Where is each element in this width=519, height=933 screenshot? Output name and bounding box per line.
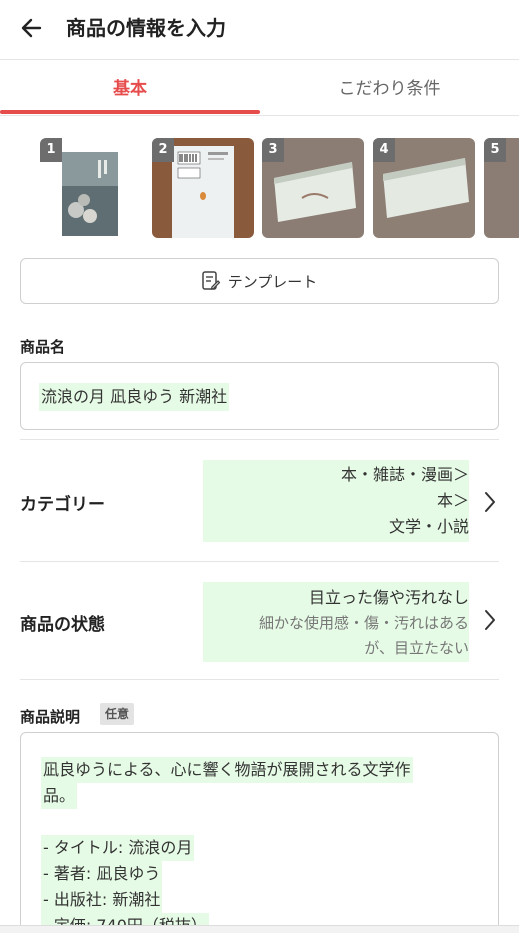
photo-number: 5 bbox=[484, 138, 506, 162]
condition-label: 商品の状態 bbox=[20, 615, 105, 635]
back-arrow-icon[interactable] bbox=[18, 14, 46, 42]
divider bbox=[20, 439, 499, 440]
condition-value[interactable]: 目立った傷や汚れなし 細かな使用感・傷・汚れはある が、目立たない bbox=[203, 582, 469, 662]
template-icon bbox=[201, 271, 220, 290]
category-label: カテゴリー bbox=[20, 495, 105, 515]
product-name-input[interactable]: 流浪の月 凪良ゆう 新潮社 bbox=[20, 362, 499, 430]
tab-bar: 基本 こだわり条件 bbox=[0, 60, 519, 116]
description-label: 商品説明 bbox=[20, 708, 81, 726]
photo-thumbnail[interactable]: 2 bbox=[152, 138, 254, 238]
condition-sub: が、目立たない bbox=[364, 639, 469, 657]
template-button[interactable]: テンプレート bbox=[20, 258, 499, 304]
tab-basic[interactable]: 基本 bbox=[0, 60, 260, 116]
active-tab-indicator bbox=[0, 110, 260, 114]
photo-strip[interactable]: 1 2 3 4 5 bbox=[0, 132, 519, 244]
category-line: 本・雑誌・漫画＞ bbox=[340, 465, 469, 484]
category-value[interactable]: 本・雑誌・漫画＞ 本＞ 文学・小説 bbox=[203, 460, 469, 542]
photo-thumbnail[interactable]: 4 bbox=[373, 138, 475, 238]
product-name-label: 商品名 bbox=[20, 338, 66, 356]
photo-number: 2 bbox=[152, 138, 174, 162]
photo-thumbnail[interactable]: 1 bbox=[40, 138, 142, 238]
description-line: - 著者: 凪良ゆう bbox=[41, 861, 163, 887]
description-line: - 出版社: 新潮社 bbox=[41, 887, 163, 913]
photo-number: 4 bbox=[373, 138, 395, 162]
category-line: 文学・小説 bbox=[388, 517, 469, 536]
description-textarea[interactable]: 凪良ゆうによる、心に響く物語が展開される文学作 品。 - タイトル: 流浪の月 … bbox=[20, 732, 499, 933]
bottom-bar bbox=[0, 925, 519, 933]
app-header: 商品の情報を入力 bbox=[0, 0, 519, 60]
photo-number: 1 bbox=[40, 138, 62, 162]
product-name-value: 流浪の月 凪良ゆう 新潮社 bbox=[39, 383, 230, 411]
page-title: 商品の情報を入力 bbox=[66, 16, 226, 40]
description-line: 品。 bbox=[41, 783, 78, 809]
category-line: 本＞ bbox=[436, 491, 469, 510]
tab-conditions[interactable]: こだわり条件 bbox=[260, 60, 519, 116]
chevron-right-icon[interactable] bbox=[483, 608, 497, 632]
photo-thumbnail[interactable]: 5 bbox=[484, 138, 519, 238]
description-line: 凪良ゆうによる、心に響く物語が展開される文学作 bbox=[41, 757, 413, 783]
condition-main: 目立った傷や汚れなし bbox=[308, 588, 469, 607]
divider bbox=[20, 561, 499, 562]
divider bbox=[20, 679, 499, 680]
photo-thumbnail[interactable]: 3 bbox=[262, 138, 364, 238]
description-line: - タイトル: 流浪の月 bbox=[41, 835, 195, 861]
template-button-label: テンプレート bbox=[227, 272, 318, 291]
optional-badge: 任意 bbox=[100, 703, 135, 725]
photo-number: 3 bbox=[262, 138, 284, 162]
condition-sub: 細かな使用感・傷・汚れはある bbox=[258, 614, 469, 632]
chevron-right-icon[interactable] bbox=[483, 490, 497, 514]
